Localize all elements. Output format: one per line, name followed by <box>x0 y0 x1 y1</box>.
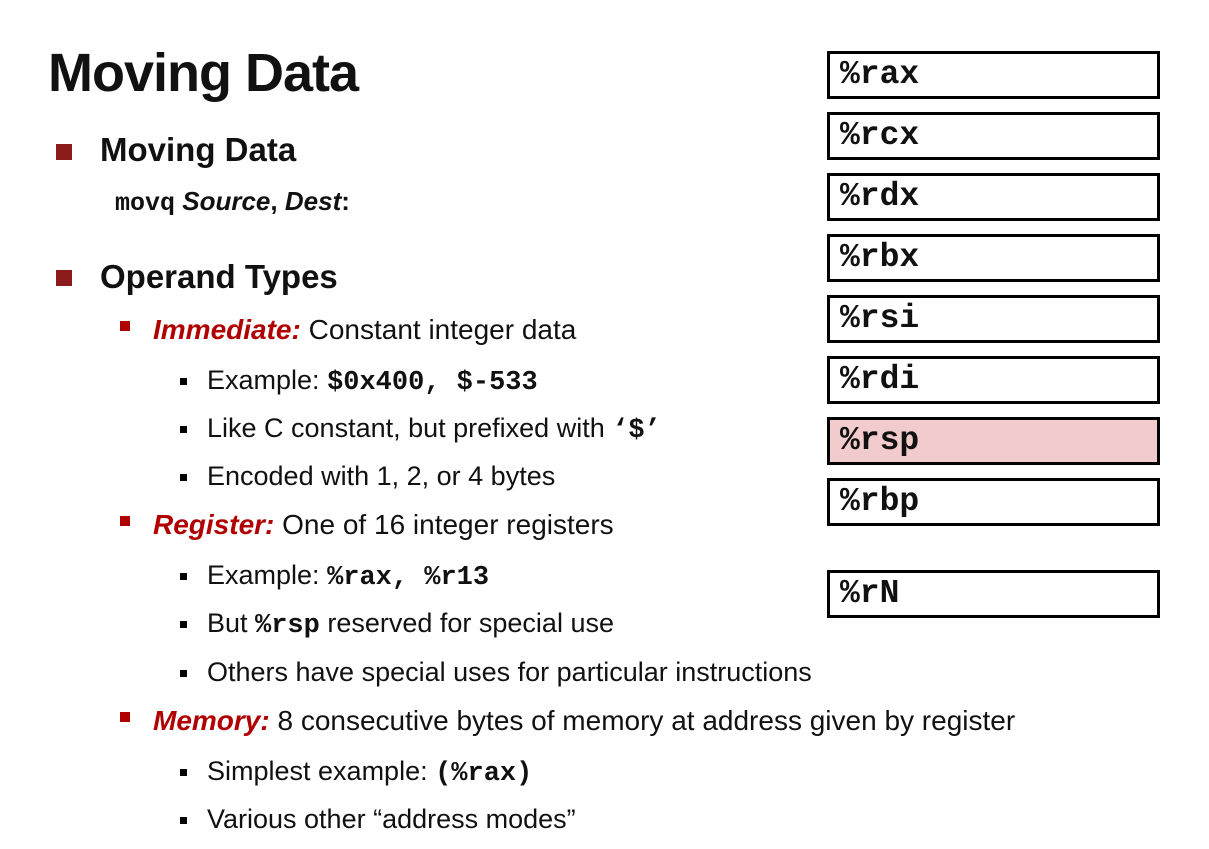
register-box-rdi: %rdi <box>827 356 1160 404</box>
square-bullet-icon <box>180 670 187 677</box>
immediate-label: Immediate: <box>153 314 301 345</box>
immediate-desc: Constant integer data <box>308 314 577 345</box>
register-box-rcx: %rcx <box>827 112 1160 160</box>
register-example-prefix: Example: <box>207 560 328 590</box>
register-line: Register: One of 16 integer registers <box>153 508 614 542</box>
register-box-rbx: %rbx <box>827 234 1160 282</box>
register-box-rsp-highlighted: %rsp <box>827 417 1160 465</box>
immediate-like-prefix: Like C constant, but prefixed with <box>207 413 613 443</box>
square-bullet-icon <box>180 573 187 580</box>
square-bullet-icon <box>180 769 187 776</box>
register-box-rbp: %rbp <box>827 478 1160 526</box>
rsp-code: %rsp <box>255 611 320 641</box>
heading-operand-types: Operand Types <box>100 258 338 295</box>
register-desc: One of 16 integer registers <box>282 509 614 540</box>
register-box-rsi: %rsi <box>827 295 1160 343</box>
memory-label: Memory: <box>153 705 270 736</box>
square-bullet-icon <box>180 817 187 824</box>
memory-line: Memory: 8 consecutive bytes of memory at… <box>153 704 1015 738</box>
memory-example: Simplest example: (%rax) <box>207 754 532 791</box>
register-label: Register: <box>153 509 275 540</box>
register-but-suffix: reserved for special use <box>319 608 614 638</box>
square-bullet-icon <box>120 516 130 526</box>
square-bullet-icon <box>180 621 187 628</box>
register-example-code: %rax, %r13 <box>327 563 490 593</box>
immediate-example-prefix: Example: <box>207 365 328 395</box>
memory-desc: 8 consecutive bytes of memory at address… <box>277 705 1016 736</box>
dollar-code: ‘$’ <box>612 416 661 446</box>
dest-operand: Dest <box>284 186 342 216</box>
memory-example-code: (%rax) <box>435 759 533 789</box>
square-bullet-icon <box>120 321 130 331</box>
immediate-like-c: Like C constant, but prefixed with ‘$’ <box>207 411 661 448</box>
register-but-prefix: But <box>207 608 256 638</box>
register-but-rsp: But %rsp reserved for special use <box>207 606 614 643</box>
immediate-example: Example: $0x400, $-533 <box>207 363 538 400</box>
square-bullet-icon <box>56 270 72 286</box>
syntax-colon: : <box>341 186 350 216</box>
immediate-encoded: Encoded with 1, 2, or 4 bytes <box>207 461 556 491</box>
syntax-comma: , <box>270 186 278 216</box>
register-box-rn: %rN <box>827 570 1160 618</box>
register-example: Example: %rax, %r13 <box>207 558 489 595</box>
register-box-rdx: %rdx <box>827 173 1160 221</box>
memory-address-modes: Various other “address modes” <box>207 804 576 834</box>
square-bullet-icon <box>180 378 187 385</box>
square-bullet-icon <box>180 474 187 481</box>
movq-code: movq <box>115 189 176 218</box>
source-operand: Source <box>182 186 271 216</box>
square-bullet-icon <box>120 712 130 722</box>
register-box-rax: %rax <box>827 51 1160 99</box>
square-bullet-icon <box>180 426 187 433</box>
immediate-line: Immediate: Constant integer data <box>153 313 576 347</box>
register-others: Others have special uses for particular … <box>207 657 812 687</box>
slide-title: Moving Data <box>48 43 359 103</box>
heading-moving-data: Moving Data <box>100 131 297 168</box>
square-bullet-icon <box>56 144 72 160</box>
memory-example-prefix: Simplest example: <box>207 756 436 786</box>
movq-syntax: movq Source, Dest: <box>115 184 350 221</box>
immediate-example-code: $0x400, $-533 <box>327 368 538 398</box>
